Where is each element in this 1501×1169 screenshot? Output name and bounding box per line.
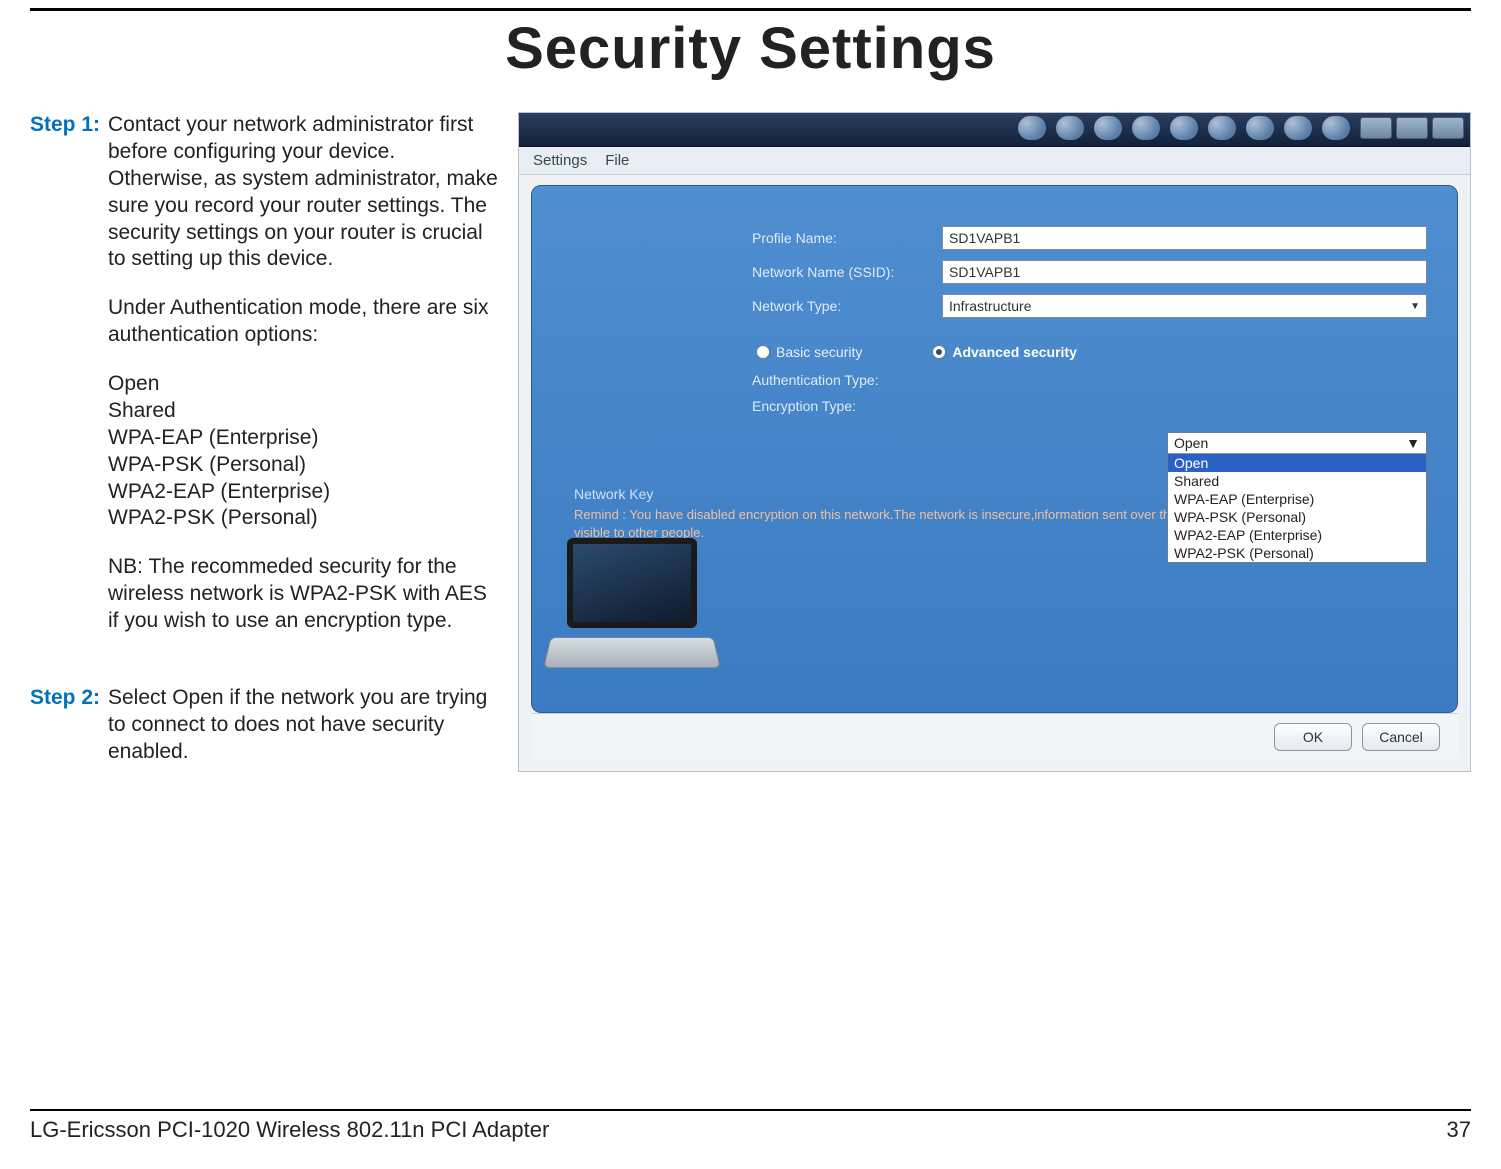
profile-name-label: Profile Name: (752, 230, 942, 246)
window-titlebar[interactable] (519, 113, 1470, 147)
auth-options-list: Open Shared WPA-EAP (Enterprise) WPA-PSK… (108, 371, 500, 532)
close-button[interactable] (1432, 117, 1464, 139)
cancel-button[interactable]: Cancel (1362, 723, 1440, 751)
ssid-input[interactable] (942, 260, 1427, 284)
instructions-column: Step 1: Contact your network administrat… (30, 112, 500, 816)
step-1-label: Step 1: (30, 112, 108, 657)
auth-type-value: Open (1174, 435, 1208, 451)
menu-file[interactable]: File (605, 152, 629, 169)
menu-settings[interactable]: Settings (533, 152, 587, 169)
radio-basic-label: Basic security (776, 344, 862, 360)
minimize-button[interactable] (1360, 117, 1392, 139)
auth-type-select[interactable]: Open ▼ Open Shared WPA-EAP (Enterprise) … (1167, 432, 1427, 563)
list-item: WPA2-PSK (Personal) (108, 505, 500, 532)
auth-type-label: Authentication Type: (752, 372, 942, 388)
network-type-select[interactable]: Infrastructure ▼ (942, 294, 1427, 318)
profile-name-input[interactable] (942, 226, 1427, 250)
maximize-button[interactable] (1396, 117, 1428, 139)
laptop-icon (542, 538, 722, 708)
step-2-p1: Select Open if the network you are tryin… (108, 685, 500, 766)
list-item: WPA-PSK (Personal) (108, 452, 500, 479)
ssid-label: Network Name (SSID): (752, 264, 942, 280)
chevron-down-icon: ▼ (1410, 301, 1420, 312)
settings-panel: Profile Name: Network Name (SSID): Netwo… (531, 185, 1458, 713)
network-key-label: Network Key (574, 486, 653, 502)
chevron-down-icon: ▼ (1406, 435, 1420, 451)
radio-basic-security[interactable]: Basic security (756, 344, 862, 360)
footer-product: LG-Ericsson PCI-1020 Wireless 802.11n PC… (30, 1117, 549, 1143)
auth-option-shared[interactable]: Shared (1168, 472, 1426, 490)
radio-advanced-label: Advanced security (952, 344, 1077, 360)
encryption-type-label: Encryption Type: (752, 398, 942, 414)
radio-advanced-security[interactable]: Advanced security (932, 344, 1077, 360)
step-1-p2: Under Authentication mode, there are six… (108, 295, 500, 349)
list-item: WPA-EAP (Enterprise) (108, 425, 500, 452)
auth-option-wpa-psk[interactable]: WPA-PSK (Personal) (1168, 508, 1426, 526)
step-1-p1: Contact your network administrator first… (108, 112, 500, 273)
footer-page-number: 37 (1447, 1117, 1471, 1143)
menu-bar: Settings File (519, 147, 1470, 175)
list-item: Open (108, 371, 500, 398)
ok-button[interactable]: OK (1274, 723, 1352, 751)
network-type-value: Infrastructure (949, 298, 1031, 314)
auth-option-wpa2-eap[interactable]: WPA2-EAP (Enterprise) (1168, 526, 1426, 544)
step-1-note: NB: The recommeded security for the wire… (108, 554, 500, 635)
page-title: Security Settings (30, 15, 1471, 82)
auth-option-wpa2-psk[interactable]: WPA2-PSK (Personal) (1168, 544, 1426, 562)
list-item: WPA2-EAP (Enterprise) (108, 479, 500, 506)
network-type-label: Network Type: (752, 298, 942, 314)
settings-dialog: Settings File Profile Name: Network Name… (518, 112, 1471, 772)
step-2-label: Step 2: (30, 685, 108, 788)
list-item: Shared (108, 398, 500, 425)
auth-option-open[interactable]: Open (1168, 454, 1426, 472)
auth-option-wpa-eap[interactable]: WPA-EAP (Enterprise) (1168, 490, 1426, 508)
